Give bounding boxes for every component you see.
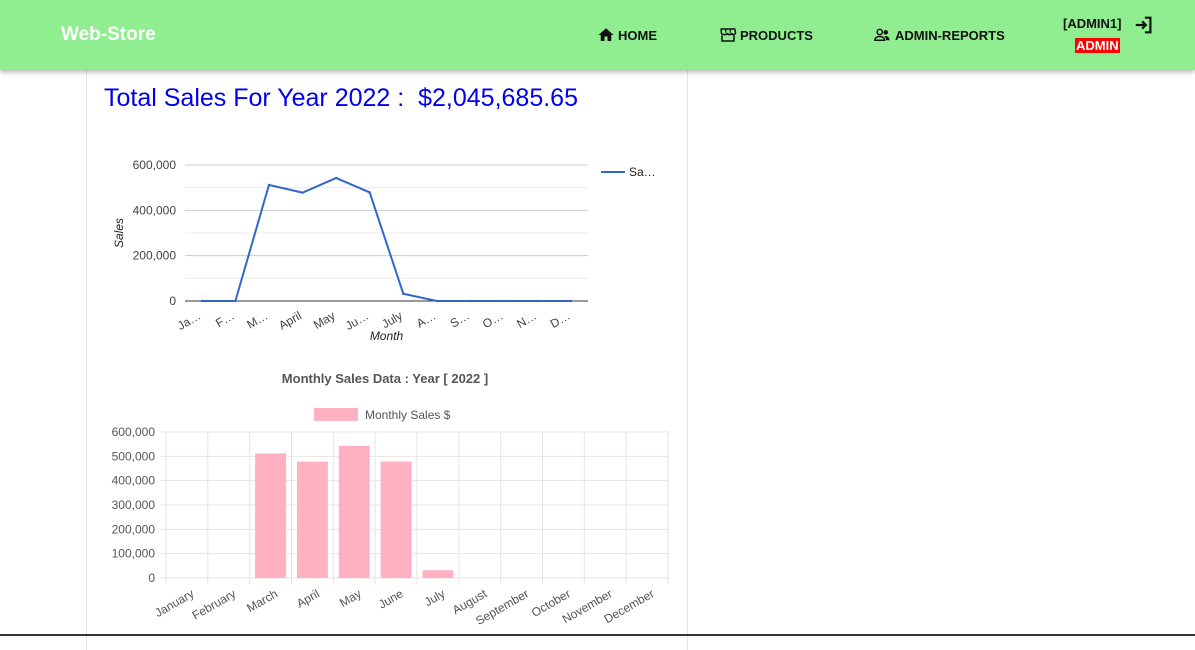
line-chart-y-tick-label: 0 <box>169 294 176 308</box>
line-chart-series-line <box>201 176 572 302</box>
navbar: Web-Store HOME PRODUCTS ADMIN-REPORTS [A… <box>0 0 1195 70</box>
bar-chart-title: Monthly Sales Data : Year [ 2022 ] <box>282 371 488 386</box>
bar-chart-legend-label: Monthly Sales $ <box>365 408 451 422</box>
logout-button[interactable] <box>1133 14 1155 41</box>
total-sales-value: $2,045,685.65 <box>418 84 578 112</box>
store-icon <box>720 28 737 42</box>
brand-logo[interactable]: Web-Store <box>61 24 156 46</box>
users-icon <box>874 28 890 41</box>
line-chart-y-tick-label: 400,000 <box>133 203 177 217</box>
bar-chart-bar <box>255 453 287 578</box>
line-chart-x-tick-label: July <box>379 308 404 331</box>
nav-products-label: PRODUCTS <box>740 27 813 43</box>
bar-chart-bar <box>422 570 454 578</box>
bar-chart-y-tick-label: 0 <box>148 571 155 585</box>
nav-home-link[interactable]: HOME <box>596 26 657 44</box>
bar-chart-x-tick-label: March <box>244 586 280 615</box>
bar-chart-y-tick-label: 100,000 <box>112 547 156 561</box>
bar-chart-bar <box>338 445 370 578</box>
nav-admin-reports-label: ADMIN-REPORTS <box>895 27 1005 43</box>
line-chart-y-tick-label: 200,000 <box>133 249 177 263</box>
bar-chart-x-tick-label: June <box>376 586 406 611</box>
line-chart-data-point <box>435 299 439 303</box>
total-sales-heading: Total Sales For Year 2022 : $2,045,685.6… <box>104 84 578 113</box>
line-chart-data-point <box>570 299 573 303</box>
line-chart-data-point <box>301 191 304 194</box>
bar-chart-y-tick-label: 400,000 <box>112 474 156 488</box>
line-chart-x-tick-label: F… <box>213 308 237 330</box>
nav-admin-reports-link[interactable]: ADMIN-REPORTS <box>871 26 1005 44</box>
monthly-sales-bar-chart: Monthly Sales Data : Year [ 2022 ] Monthl… <box>112 371 669 628</box>
line-chart-y-tick-label: 600,000 <box>133 158 177 172</box>
line-chart-data-point <box>402 292 405 295</box>
line-chart-x-tick-label: N… <box>514 308 539 330</box>
line-chart-data-point <box>536 299 539 303</box>
line-chart-data-point <box>502 299 506 303</box>
bar-chart-legend-swatch <box>314 408 358 421</box>
line-chart-data-point <box>267 183 271 187</box>
line-chart-x-tick-label: May <box>311 308 338 331</box>
bar-chart-y-tick-label: 600,000 <box>112 425 156 439</box>
line-chart-x-tick-label: A… <box>414 308 438 330</box>
bar-chart-x-tick-label: April <box>294 586 322 610</box>
nav-home-label: HOME <box>618 27 657 43</box>
line-chart-x-tick-label: O… <box>480 308 505 331</box>
user-name: [ADMIN1] <box>1063 16 1122 31</box>
bar-chart-y-tick-label: 500,000 <box>112 449 156 463</box>
line-chart-legend-label: Sa… <box>629 165 656 179</box>
line-chart-x-tick-label: Ja… <box>175 308 203 332</box>
bar-chart-bar <box>296 461 328 578</box>
line-chart-x-tick-label: M… <box>244 308 270 331</box>
bar-chart-x-tick-label: January <box>152 586 196 619</box>
line-chart-data-point <box>469 299 472 303</box>
bar-chart-x-tick-label: May <box>337 586 364 609</box>
home-icon <box>598 28 614 41</box>
line-chart-data-point <box>234 299 237 303</box>
bar-chart-y-tick-label: 300,000 <box>112 498 156 512</box>
line-chart-x-tick-label: S… <box>448 308 472 330</box>
bar-chart-x-tick-label: July <box>422 586 447 609</box>
line-chart-data-point <box>334 176 338 180</box>
line-chart-x-tick-label: D… <box>548 308 573 330</box>
sales-line-chart: 0 200,000 400,000 600,000 Ja… F… M… April May Ju…… <box>112 158 656 343</box>
line-chart-x-tick-label: Ju… <box>343 308 371 332</box>
total-sales-label: Total Sales For Year 2022 : <box>104 84 412 112</box>
line-chart-x-axis-title: Month <box>370 329 404 343</box>
bar-chart-bar <box>380 461 412 578</box>
bar-chart-y-tick-label: 200,000 <box>112 522 156 536</box>
user-role-badge: ADMIN <box>1075 38 1120 53</box>
line-chart-x-tick-label: April <box>276 308 304 332</box>
line-chart-y-axis-title: Sales <box>112 218 126 248</box>
logout-icon <box>1135 16 1152 34</box>
nav-products-link[interactable]: PRODUCTS <box>718 26 813 44</box>
line-chart-data-point <box>368 191 371 194</box>
line-chart-data-point <box>200 299 203 303</box>
bar-chart-x-tick-label: February <box>190 586 239 622</box>
